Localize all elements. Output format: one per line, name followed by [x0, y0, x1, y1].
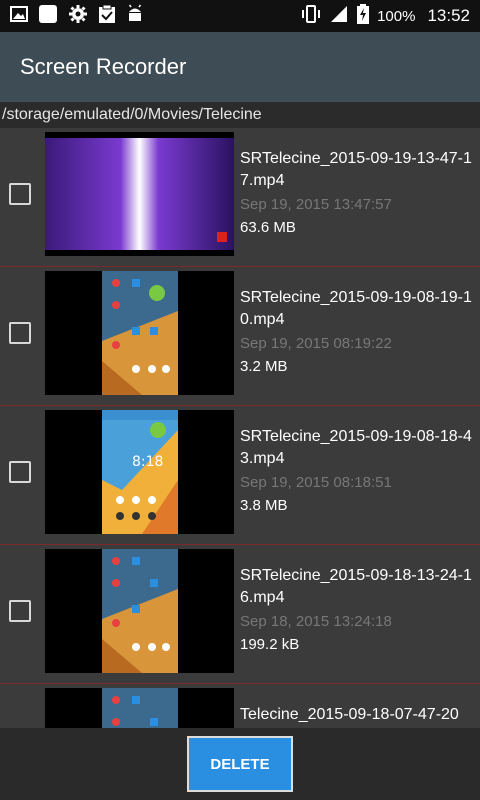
list-item[interactable]: Telecine_2015-09-18-07-47-20 [0, 684, 480, 728]
video-thumbnail[interactable] [45, 688, 234, 728]
list-item[interactable]: SRTelecine_2015-09-18-13-24-16.mp4 Sep 1… [0, 545, 480, 684]
android-icon [126, 4, 144, 29]
file-size: 3.8 MB [240, 497, 288, 514]
image-icon [10, 5, 28, 28]
video-thumbnail[interactable] [45, 549, 234, 673]
file-size: 199.2 kB [240, 636, 300, 653]
battery-percent: 100% [377, 7, 416, 25]
select-checkbox[interactable] [9, 183, 31, 205]
gear-icon [68, 4, 88, 29]
system-status: 100% 13:52 [301, 4, 470, 28]
file-name: SRTelecine_2015-09-18-13-24-16.mp4 [240, 567, 472, 606]
video-thumbnail[interactable] [45, 132, 234, 256]
notification-icons [10, 4, 144, 29]
recording-list[interactable]: SRTelecine_2015-09-19-13-47-17.mp4 Sep 1… [0, 128, 480, 728]
file-name: Telecine_2015-09-18-07-47-20 [240, 706, 459, 723]
app-title: Screen Recorder [20, 54, 187, 79]
file-info: SRTelecine_2015-09-19-13-47-17.mp4 Sep 1… [240, 148, 480, 236]
file-date: Sep 19, 2015 08:18:51 [240, 474, 392, 491]
list-item[interactable]: SRTelecine_2015-09-19-08-19-10.mp4 Sep 1… [0, 267, 480, 406]
file-date: Sep 19, 2015 08:19:22 [240, 335, 392, 352]
app-icon [38, 4, 58, 29]
path-breadcrumb: /storage/emulated/0/Movies/Telecine [0, 102, 480, 128]
file-date: Sep 18, 2015 13:24:18 [240, 613, 392, 630]
select-checkbox[interactable] [9, 322, 31, 344]
list-item[interactable]: 8:18 SRTelecine_2015-09-19-08-18-43.mp4 … [0, 406, 480, 545]
svg-text:8:18: 8:18 [132, 454, 163, 470]
select-checkbox[interactable] [9, 600, 31, 622]
signal-icon [329, 4, 349, 28]
file-size: 3.2 MB [240, 358, 288, 375]
file-name: SRTelecine_2015-09-19-08-19-10.mp4 [240, 289, 472, 328]
delete-button[interactable]: DELETE [187, 736, 293, 792]
clipboard-check-icon [98, 4, 116, 29]
file-name: SRTelecine_2015-09-19-13-47-17.mp4 [240, 150, 472, 189]
video-thumbnail[interactable]: 8:18 [45, 410, 234, 534]
file-name: SRTelecine_2015-09-19-08-18-43.mp4 [240, 428, 472, 467]
clock: 13:52 [427, 6, 470, 25]
app-bar: Screen Recorder [0, 32, 480, 102]
list-item[interactable]: SRTelecine_2015-09-19-13-47-17.mp4 Sep 1… [0, 128, 480, 267]
file-size: 63.6 MB [240, 219, 296, 236]
file-info: SRTelecine_2015-09-19-08-18-43.mp4 Sep 1… [240, 426, 480, 514]
video-thumbnail[interactable] [45, 271, 234, 395]
bottom-action-bar: DELETE [0, 728, 480, 800]
file-info: Telecine_2015-09-18-07-47-20 [240, 704, 480, 728]
file-date: Sep 19, 2015 13:47:57 [240, 196, 392, 213]
file-info: SRTelecine_2015-09-18-13-24-16.mp4 Sep 1… [240, 565, 480, 653]
battery-charging-icon [357, 4, 370, 28]
file-info: SRTelecine_2015-09-19-08-19-10.mp4 Sep 1… [240, 287, 480, 375]
path-text: /storage/emulated/0/Movies/Telecine [2, 106, 262, 123]
status-bar: 100% 13:52 [0, 0, 480, 32]
vibrate-icon [301, 4, 321, 28]
select-checkbox[interactable] [9, 461, 31, 483]
